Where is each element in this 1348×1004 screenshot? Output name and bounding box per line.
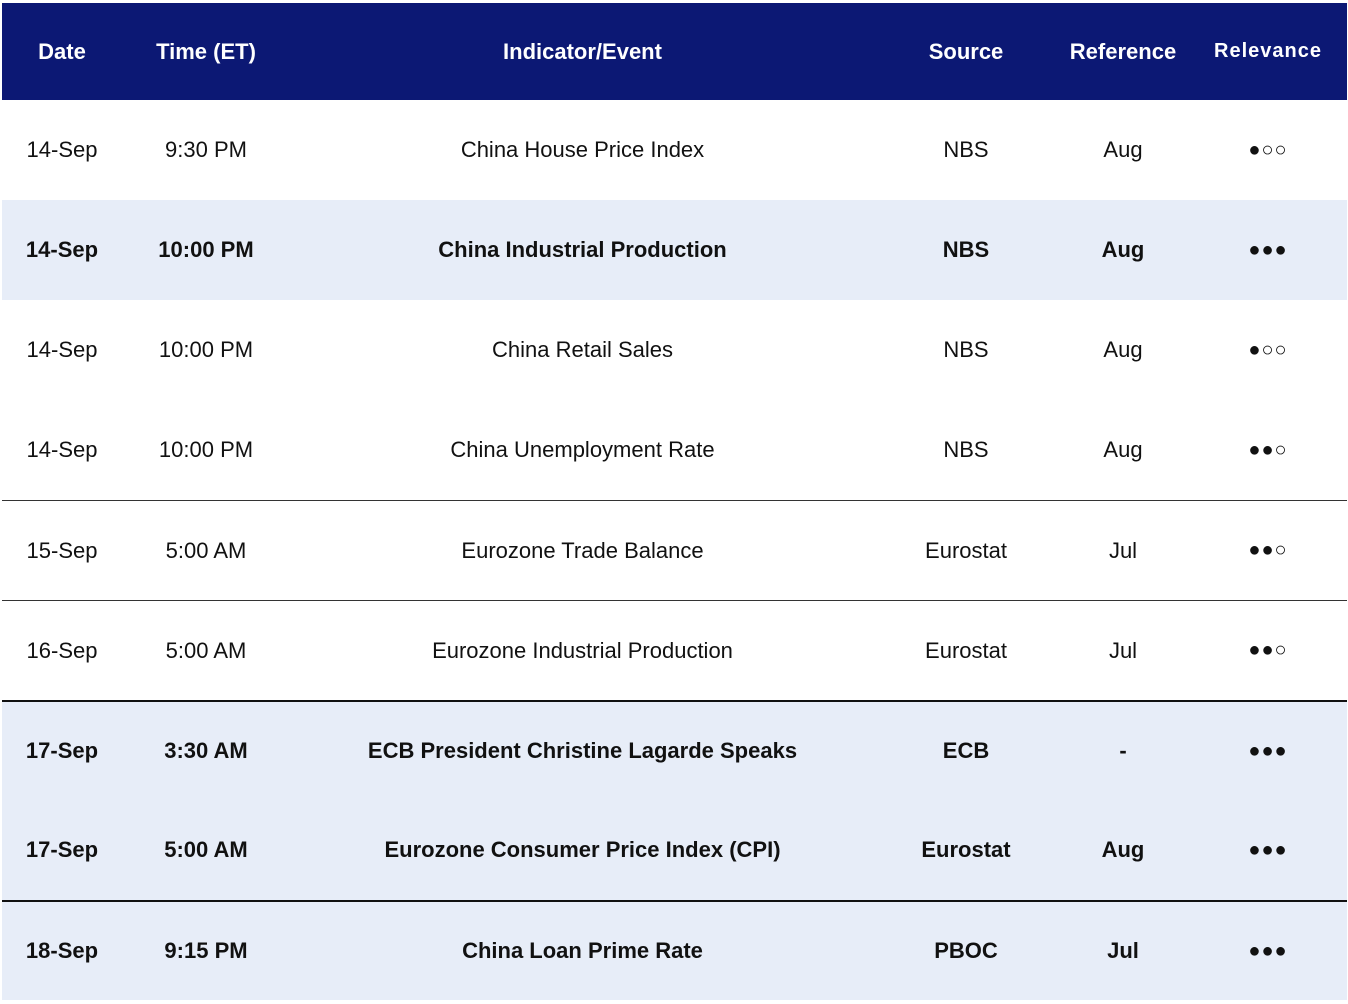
cell-reference: Aug xyxy=(1101,837,1145,862)
cell-reference: Jul xyxy=(1108,637,1138,663)
table-header-row: Date Time (ET) Indicator/Event Source Re… xyxy=(2,3,1347,100)
cell-time: 10:00 PM xyxy=(158,437,254,462)
cell-source: PBOC xyxy=(934,938,998,963)
relevance-dots: ●○○ xyxy=(1248,338,1288,361)
table-row: 17-Sep 5:00 AM Eurozone Consumer Price I… xyxy=(2,800,1347,900)
cell-event: China Industrial Production xyxy=(438,237,727,262)
relevance-dots: ●●● xyxy=(1248,838,1288,861)
table-row: 14-Sep 10:00 PM China Retail Sales NBS A… xyxy=(2,300,1347,400)
cell-reference: Aug xyxy=(1103,337,1143,362)
table-row: 15-Sep 5:00 AM Eurozone Trade Balance Eu… xyxy=(2,500,1347,600)
cell-event: China Unemployment Rate xyxy=(450,437,715,462)
cell-time: 3:30 AM xyxy=(164,738,248,763)
cell-source: NBS xyxy=(943,137,989,162)
column-header-source: Source xyxy=(928,38,1004,64)
cell-time: 9:30 PM xyxy=(165,137,247,162)
cell-date: 17-Sep xyxy=(25,738,99,763)
relevance-dots: ●●○ xyxy=(1248,539,1288,561)
cell-event: Eurozone Industrial Production xyxy=(432,637,733,663)
relevance-dots: ●○○ xyxy=(1248,138,1288,161)
cell-date: 15-Sep xyxy=(26,537,98,563)
column-header-time: Time (ET) xyxy=(156,38,256,64)
relevance-dots: ●●● xyxy=(1248,238,1288,261)
table-row: 18-Sep 9:15 PM China Loan Prime Rate PBO… xyxy=(2,900,1347,1000)
cell-time: 5:00 AM xyxy=(164,837,248,862)
cell-date: 14-Sep xyxy=(26,337,98,362)
cell-event: China Loan Prime Rate xyxy=(462,938,703,963)
column-header-date: Date xyxy=(38,38,86,64)
cell-date: 14-Sep xyxy=(26,137,98,162)
cell-reference: Aug xyxy=(1101,237,1145,262)
cell-reference: Aug xyxy=(1103,137,1143,162)
cell-source: NBS xyxy=(942,237,990,262)
cell-time: 5:00 AM xyxy=(165,637,247,663)
cell-time: 10:00 PM xyxy=(158,237,254,262)
column-header-relevance: Relevance xyxy=(1214,40,1322,62)
cell-event: China Retail Sales xyxy=(492,337,673,362)
column-header-reference: Reference xyxy=(1069,38,1177,64)
economic-calendar-table: Date Time (ET) Indicator/Event Source Re… xyxy=(2,3,1347,1000)
cell-date: 16-Sep xyxy=(26,637,98,663)
cell-source: NBS xyxy=(943,337,989,362)
cell-time: 9:15 PM xyxy=(164,938,248,963)
relevance-dots: ●●● xyxy=(1248,739,1288,762)
relevance-dots: ●●○ xyxy=(1248,639,1288,661)
cell-reference: Jul xyxy=(1107,938,1139,963)
cell-event: Eurozone Trade Balance xyxy=(461,537,704,563)
cell-time: 5:00 AM xyxy=(165,537,247,563)
relevance-dots: ●●○ xyxy=(1248,438,1288,461)
cell-source: Eurostat xyxy=(921,837,1011,862)
column-header-event: Indicator/Event xyxy=(503,38,662,64)
table-row: 14-Sep 10:00 PM China Industrial Product… xyxy=(2,200,1347,300)
cell-reference: Aug xyxy=(1103,437,1143,462)
relevance-dots: ●●● xyxy=(1248,939,1288,962)
table-row: 14-Sep 9:30 PM China House Price Index N… xyxy=(2,100,1347,200)
table-row: 14-Sep 10:00 PM China Unemployment Rate … xyxy=(2,400,1347,500)
cell-source: NBS xyxy=(943,437,989,462)
cell-reference: - xyxy=(1119,738,1127,763)
cell-date: 14-Sep xyxy=(25,237,99,262)
cell-source: Eurostat xyxy=(925,537,1007,563)
cell-source: ECB xyxy=(942,738,990,763)
cell-event: China House Price Index xyxy=(460,137,705,162)
cell-source: Eurostat xyxy=(925,637,1007,663)
cell-date: 14-Sep xyxy=(26,437,98,462)
cell-date: 17-Sep xyxy=(25,837,99,862)
table-row: 17-Sep 3:30 AM ECB President Christine L… xyxy=(2,700,1347,800)
cell-event: Eurozone Consumer Price Index (CPI) xyxy=(384,837,781,862)
cell-event: ECB President Christine Lagarde Speaks xyxy=(367,738,798,763)
cell-date: 18-Sep xyxy=(25,938,99,963)
cell-time: 10:00 PM xyxy=(158,337,254,362)
cell-reference: Jul xyxy=(1108,537,1138,563)
table-row: 16-Sep 5:00 AM Eurozone Industrial Produ… xyxy=(2,600,1347,700)
